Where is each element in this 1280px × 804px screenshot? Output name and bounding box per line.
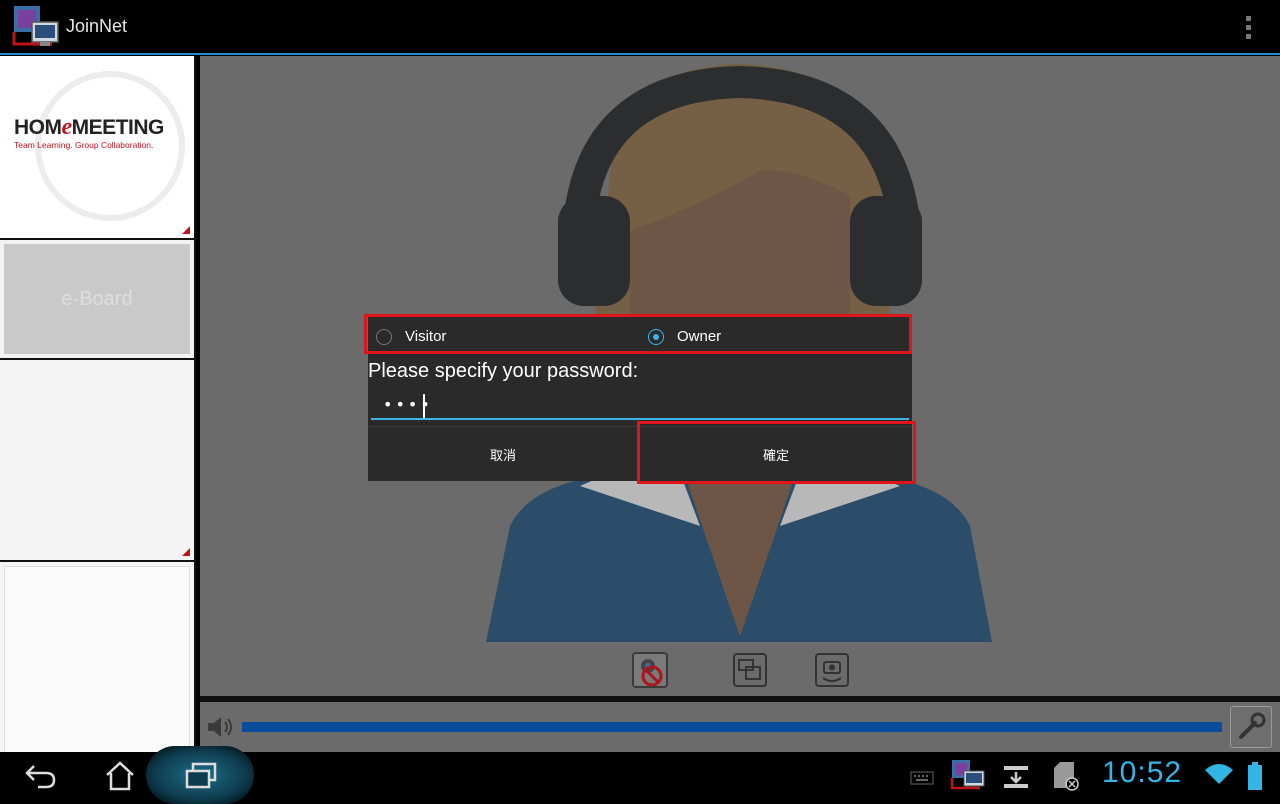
app-title: JoinNet: [66, 16, 128, 36]
role-radio-group: Visitor Owner: [368, 316, 912, 356]
switch-window-button[interactable]: [732, 652, 768, 688]
visitor-radio[interactable]: [376, 329, 392, 345]
status-clock[interactable]: 10:52: [1102, 756, 1182, 790]
switch-camera-button[interactable]: [814, 652, 850, 688]
password-dialog: Visitor Owner Please specify your passwo…: [364, 314, 916, 484]
thumbnail-empty[interactable]: [0, 360, 194, 560]
radio-selected-dot: [652, 333, 659, 340]
app-title-bar: JoinNet: [0, 0, 1280, 55]
system-navigation-bar: 10:52: [0, 746, 1280, 804]
owner-radio-label[interactable]: Owner: [677, 328, 721, 345]
keyboard-icon: [910, 770, 934, 789]
password-input[interactable]: [371, 390, 909, 420]
eboard-label: e-Board: [4, 244, 190, 354]
back-icon[interactable]: [24, 762, 58, 794]
visitor-radio-label[interactable]: Visitor: [405, 328, 446, 345]
thumbnail-empty[interactable]: [0, 562, 194, 756]
dialog-button-row: 取消 確定: [368, 421, 916, 484]
joinnet-notification-icon[interactable]: [950, 758, 986, 798]
thumbnail-frame: [4, 566, 190, 756]
download-icon[interactable]: [1002, 764, 1030, 794]
homemeeting-logo: HOMeMEETING: [14, 114, 164, 140]
corner-indicator-icon: [182, 226, 190, 234]
speaker-icon[interactable]: [206, 714, 236, 744]
settings-wrench-button[interactable]: [1230, 706, 1272, 748]
password-prompt: Please specify your password:: [368, 360, 639, 382]
corner-indicator-icon: [182, 548, 190, 556]
thumbnail-panel: HOMeMEETING Team Learning. Group Collabo…: [0, 56, 196, 756]
overflow-menu-icon[interactable]: [1240, 14, 1256, 42]
ok-button[interactable]: 確定: [640, 426, 912, 481]
password-prompt-area: Please specify your password:: [368, 356, 912, 426]
camera-off-button[interactable]: [632, 652, 668, 688]
volume-slider[interactable]: [242, 722, 1222, 732]
volume-bar-row: [200, 702, 1280, 752]
recent-apps-icon[interactable]: [184, 762, 218, 794]
logo-tagline: Team Learning. Group Collaboration.: [14, 140, 154, 150]
text-caret: [423, 394, 425, 418]
battery-icon: [1248, 762, 1262, 794]
sd-card-error-icon[interactable]: [1050, 760, 1080, 796]
wifi-icon: [1204, 762, 1234, 790]
thumbnail-homemeeting[interactable]: HOMeMEETING Team Learning. Group Collabo…: [0, 56, 194, 238]
joinnet-app-icon: [12, 4, 60, 50]
home-icon[interactable]: [104, 760, 136, 796]
owner-radio[interactable]: [648, 329, 664, 345]
thumbnail-eboard[interactable]: e-Board: [0, 240, 194, 358]
cancel-button[interactable]: 取消: [368, 426, 638, 481]
